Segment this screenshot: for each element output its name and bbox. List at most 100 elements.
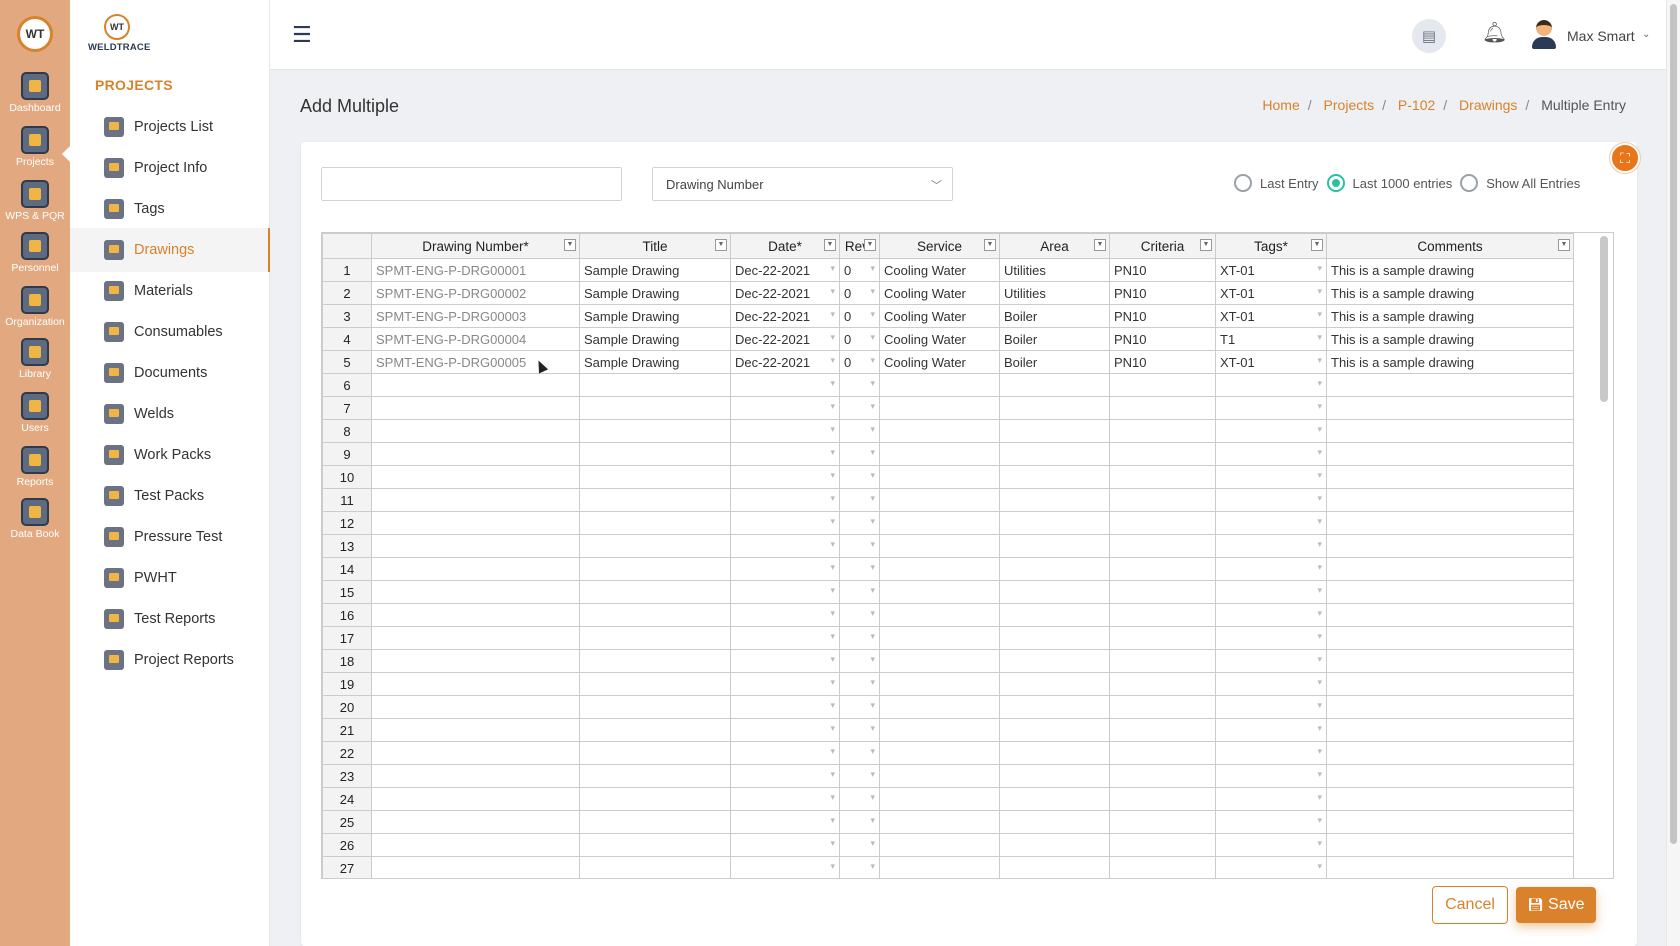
grid-cell[interactable]	[879, 741, 1000, 765]
grid-cell[interactable]: Sample Drawing	[579, 304, 731, 328]
column-filter-icon[interactable]: ▼	[984, 239, 996, 251]
grid-cell[interactable]	[839, 649, 880, 673]
grid-cell[interactable]: This is a sample drawing	[1326, 350, 1574, 374]
grid-cell[interactable]	[1326, 534, 1574, 558]
grid-cell[interactable]	[839, 810, 880, 834]
grid-cell[interactable]	[1215, 396, 1327, 420]
rail-item-library[interactable]: Library	[0, 338, 70, 380]
grid-cell[interactable]	[1109, 764, 1216, 788]
grid-cell[interactable]	[839, 534, 880, 558]
grid-cell[interactable]	[1109, 557, 1216, 581]
grid-cell[interactable]	[879, 511, 1000, 535]
row-number[interactable]: 27	[322, 856, 372, 878]
row-number[interactable]: 15	[322, 580, 372, 604]
grid-cell[interactable]	[730, 396, 840, 420]
grid-cell[interactable]	[1109, 787, 1216, 811]
grid-cell[interactable]	[999, 672, 1110, 696]
grid-cell[interactable]: Sample Drawing	[579, 327, 731, 351]
page-scrollbar[interactable]	[1666, 0, 1680, 946]
grid-cell[interactable]	[1109, 649, 1216, 673]
grid-cell[interactable]	[1215, 626, 1327, 650]
grid-cell[interactable]	[579, 695, 731, 719]
breadcrumb-home[interactable]: Home	[1262, 97, 1299, 113]
column-filter-icon[interactable]: ▼	[1094, 239, 1106, 251]
grid-cell[interactable]	[1109, 718, 1216, 742]
grid-cell[interactable]	[1109, 856, 1216, 878]
grid-cell[interactable]: PN10	[1109, 258, 1216, 282]
grid-cell[interactable]	[1326, 557, 1574, 581]
grid-cell[interactable]	[999, 534, 1110, 558]
grid-cell[interactable]	[839, 396, 880, 420]
grid-cell[interactable]: Dec-22-2021	[730, 304, 840, 328]
grid-cell[interactable]	[879, 557, 1000, 581]
grid-cell[interactable]	[999, 787, 1110, 811]
spreadsheet-grid[interactable]: Drawing Number* ▼ Title ▼ Date* ▼ Rev* ▼ Service…	[321, 232, 1614, 879]
subnav-item-tags[interactable]: Tags	[70, 187, 270, 231]
grid-cell[interactable]	[579, 373, 731, 397]
grid-cell[interactable]	[879, 603, 1000, 627]
grid-cell[interactable]	[879, 833, 1000, 857]
subnav-item-welds[interactable]: Welds	[70, 392, 270, 436]
grid-cell[interactable]	[1215, 695, 1327, 719]
grid-cell[interactable]	[839, 580, 880, 604]
grid-cell[interactable]	[999, 557, 1110, 581]
rail-item-dashboard[interactable]: Dashboard	[0, 72, 70, 114]
grid-cell[interactable]	[879, 396, 1000, 420]
grid-cell[interactable]: This is a sample drawing	[1326, 281, 1574, 305]
row-number[interactable]: 3	[322, 304, 372, 328]
grid-cell[interactable]	[371, 810, 580, 834]
grid-cell[interactable]	[371, 373, 580, 397]
grid-cell[interactable]	[999, 856, 1110, 878]
row-number[interactable]: 8	[322, 419, 372, 443]
grid-cell[interactable]	[1326, 695, 1574, 719]
grid-cell[interactable]	[730, 419, 840, 443]
column-filter-icon[interactable]: ▼	[564, 239, 576, 251]
row-number[interactable]: 14	[322, 557, 372, 581]
grid-cell[interactable]	[1326, 396, 1574, 420]
column-filter-icon[interactable]: ▼	[824, 239, 836, 251]
grid-cell[interactable]	[999, 626, 1110, 650]
grid-cell[interactable]	[730, 787, 840, 811]
grid-cell[interactable]	[730, 718, 840, 742]
grid-cell[interactable]	[879, 787, 1000, 811]
grid-cell[interactable]	[1109, 580, 1216, 604]
grid-cell[interactable]	[1215, 373, 1327, 397]
grid-cell[interactable]	[1326, 833, 1574, 857]
grid-cell[interactable]: Boiler	[999, 327, 1110, 351]
user-name[interactable]: Max Smart	[1567, 28, 1635, 44]
grid-cell[interactable]: Dec-22-2021	[730, 327, 840, 351]
grid-cell[interactable]: Boiler	[999, 350, 1110, 374]
column-filter-icon[interactable]: ▼	[1311, 239, 1323, 251]
app-logo[interactable]: WT	[17, 16, 53, 52]
column-header[interactable]: Rev* ▼	[839, 233, 880, 259]
grid-cell[interactable]	[579, 419, 731, 443]
row-number[interactable]: 9	[322, 442, 372, 466]
grid-cell[interactable]	[879, 649, 1000, 673]
grid-cell[interactable]	[999, 396, 1110, 420]
grid-cell[interactable]	[1326, 810, 1574, 834]
row-number[interactable]: 10	[322, 465, 372, 489]
grid-cell[interactable]	[1109, 488, 1216, 512]
grid-cell[interactable]	[1215, 718, 1327, 742]
grid-cell[interactable]	[1326, 488, 1574, 512]
grid-cell[interactable]	[1109, 603, 1216, 627]
grid-scrollbar[interactable]	[1600, 236, 1608, 402]
grid-cell[interactable]	[371, 649, 580, 673]
row-number[interactable]: 16	[322, 603, 372, 627]
grid-cell[interactable]	[1109, 396, 1216, 420]
grid-cell[interactable]	[999, 442, 1110, 466]
grid-cell[interactable]	[1215, 856, 1327, 878]
grid-cell[interactable]	[879, 534, 1000, 558]
grid-cell[interactable]: Utilities	[999, 281, 1110, 305]
breadcrumb-drawings[interactable]: Drawings	[1459, 97, 1517, 113]
row-number[interactable]: 26	[322, 833, 372, 857]
row-number[interactable]: 11	[322, 488, 372, 512]
rail-item-personnel[interactable]: Personnel	[0, 232, 70, 274]
column-filter-icon[interactable]: ▼	[864, 239, 876, 251]
grid-cell[interactable]	[371, 488, 580, 512]
grid-cell[interactable]	[1215, 787, 1327, 811]
grid-cell[interactable]	[879, 695, 1000, 719]
rail-item-organization[interactable]: Organization	[0, 286, 70, 328]
grid-cell[interactable]	[879, 419, 1000, 443]
column-header[interactable]: Criteria ▼	[1109, 233, 1216, 259]
